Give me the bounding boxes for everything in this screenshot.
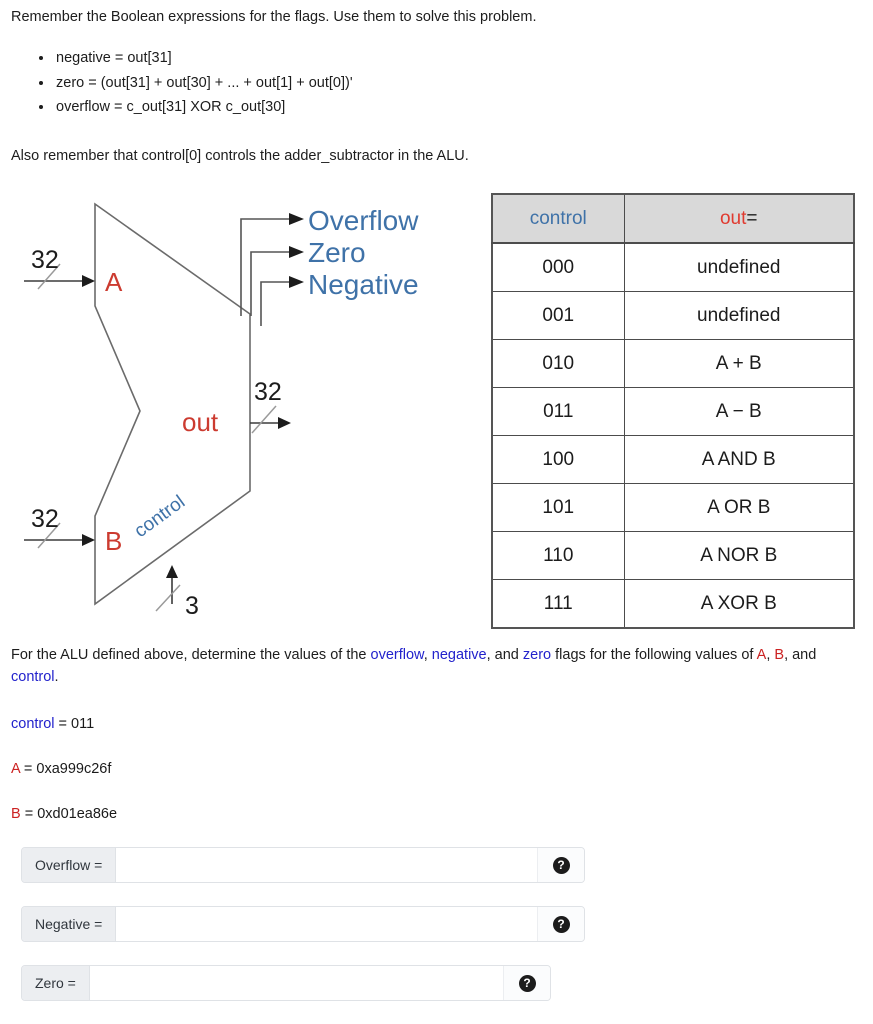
question-text-part3: . bbox=[54, 668, 59, 685]
overflow-help-button[interactable]: ? bbox=[537, 848, 584, 882]
given-control-value: control = 011 bbox=[11, 716, 94, 732]
question-flag-zero: zero bbox=[522, 647, 552, 663]
list-item: overflow = c_out[31] XOR c_out[30] bbox=[54, 95, 654, 120]
table-row: 001 undefined bbox=[491, 291, 855, 340]
column-header-control: control bbox=[491, 193, 625, 244]
table-row: 101 A OR B bbox=[491, 483, 855, 532]
given-b-number: = 0xd01ea86e bbox=[20, 806, 118, 822]
table-row: 100 A AND B bbox=[491, 435, 855, 484]
question-sep1: , bbox=[423, 647, 432, 663]
output-out-label: out bbox=[182, 407, 219, 437]
negative-help-button[interactable]: ? bbox=[537, 907, 584, 941]
bus-width-b-label: 32 bbox=[31, 505, 59, 533]
input-b-label: B bbox=[105, 526, 122, 556]
table-row: 111 A XOR B bbox=[491, 579, 855, 629]
zero-field-label: Zero = bbox=[22, 966, 90, 1000]
table-header-row: control out= bbox=[491, 193, 855, 244]
cell-control: 110 bbox=[491, 531, 625, 580]
table-row: 010 A + B bbox=[491, 339, 855, 388]
help-icon: ? bbox=[518, 974, 536, 992]
input-a-label: A bbox=[105, 267, 123, 297]
cell-out: A NOR B bbox=[623, 531, 855, 580]
question-text-part1: For the ALU defined above, determine the… bbox=[11, 647, 371, 663]
intro-paragraph: Remember the Boolean expressions for the… bbox=[11, 9, 537, 25]
column-header-control-text: control bbox=[529, 207, 587, 229]
cell-control: 001 bbox=[491, 291, 625, 340]
negative-input[interactable] bbox=[116, 907, 537, 941]
zero-input[interactable] bbox=[89, 966, 503, 1000]
table-row: 000 undefined bbox=[491, 242, 855, 292]
question-text-part2: flags for the following values of bbox=[551, 647, 757, 663]
control-bus-arrow bbox=[155, 565, 181, 612]
alu-block-diagram: 32 A 32 B out 32 control 3 Overflow Zero… bbox=[0, 186, 470, 626]
cell-out: A AND B bbox=[623, 435, 855, 484]
zero-help-button[interactable]: ? bbox=[503, 966, 550, 1000]
bus-width-out-label: 32 bbox=[254, 378, 282, 406]
given-b-name: B bbox=[11, 806, 21, 822]
question-flag-negative: negative bbox=[431, 647, 487, 663]
flag-output-wires bbox=[240, 213, 304, 326]
cell-out: A XOR B bbox=[623, 579, 855, 629]
flag-expression-list: negative = out[31] zero = (out[31] + out… bbox=[30, 46, 654, 120]
list-item: negative = out[31] bbox=[54, 46, 654, 71]
given-a-number: = 0xa999c26f bbox=[19, 761, 112, 777]
table-row: 110 A NOR B bbox=[491, 531, 855, 580]
column-header-out-text: out bbox=[719, 207, 747, 229]
zero-answer-row: Zero = ? bbox=[21, 965, 551, 1001]
table-row: 011 A − B bbox=[491, 387, 855, 436]
given-control-name: control bbox=[11, 716, 55, 732]
bus-width-control-label: 3 bbox=[185, 592, 199, 620]
column-header-out: out= bbox=[623, 193, 855, 244]
cell-out: undefined bbox=[623, 291, 855, 340]
given-b-value: B = 0xd01ea86e bbox=[11, 806, 117, 822]
question-flag-overflow: overflow bbox=[370, 647, 424, 663]
given-a-value: A = 0xa999c26f bbox=[11, 761, 111, 777]
cell-out: A OR B bbox=[623, 483, 855, 532]
question-paragraph: For the ALU defined above, determine the… bbox=[11, 645, 861, 689]
output-bus-arrow bbox=[250, 405, 291, 434]
negative-field-label: Negative = bbox=[22, 907, 117, 941]
control-out-truth-table: control out= 000 undefined 001 undefined… bbox=[491, 193, 855, 629]
bus-width-a-label: 32 bbox=[31, 246, 59, 274]
given-control-number: = 011 bbox=[54, 716, 95, 732]
question-sep2: , and bbox=[486, 647, 523, 663]
overflow-field-label: Overflow = bbox=[22, 848, 117, 882]
overflow-input[interactable] bbox=[116, 848, 537, 882]
cell-out: A − B bbox=[623, 387, 855, 436]
cell-control: 111 bbox=[491, 579, 625, 629]
question-var-control: control bbox=[11, 668, 55, 685]
negative-answer-row: Negative = ? bbox=[21, 906, 585, 942]
flag-zero-label: Zero bbox=[308, 237, 366, 268]
cell-control: 011 bbox=[491, 387, 625, 436]
list-item: zero = (out[31] + out[30] + ... + out[1]… bbox=[54, 71, 654, 96]
column-header-out-equals: = bbox=[746, 207, 758, 229]
control-note-paragraph: Also remember that control[0] controls t… bbox=[11, 148, 469, 164]
cell-control: 101 bbox=[491, 483, 625, 532]
help-icon: ? bbox=[552, 915, 570, 933]
help-icon: ? bbox=[552, 856, 570, 874]
question-sep4: , and bbox=[784, 647, 817, 663]
question-var-a: A bbox=[756, 647, 767, 663]
cell-control: 100 bbox=[491, 435, 625, 484]
overflow-answer-row: Overflow = ? bbox=[21, 847, 585, 883]
cell-control: 010 bbox=[491, 339, 625, 388]
cell-out: undefined bbox=[623, 242, 855, 292]
cell-control: 000 bbox=[491, 242, 625, 292]
flag-overflow-label: Overflow bbox=[308, 205, 419, 236]
question-var-b: B bbox=[774, 647, 785, 663]
flag-negative-label: Negative bbox=[308, 269, 419, 300]
cell-out: A + B bbox=[623, 339, 855, 388]
given-a-name: A bbox=[11, 761, 20, 777]
